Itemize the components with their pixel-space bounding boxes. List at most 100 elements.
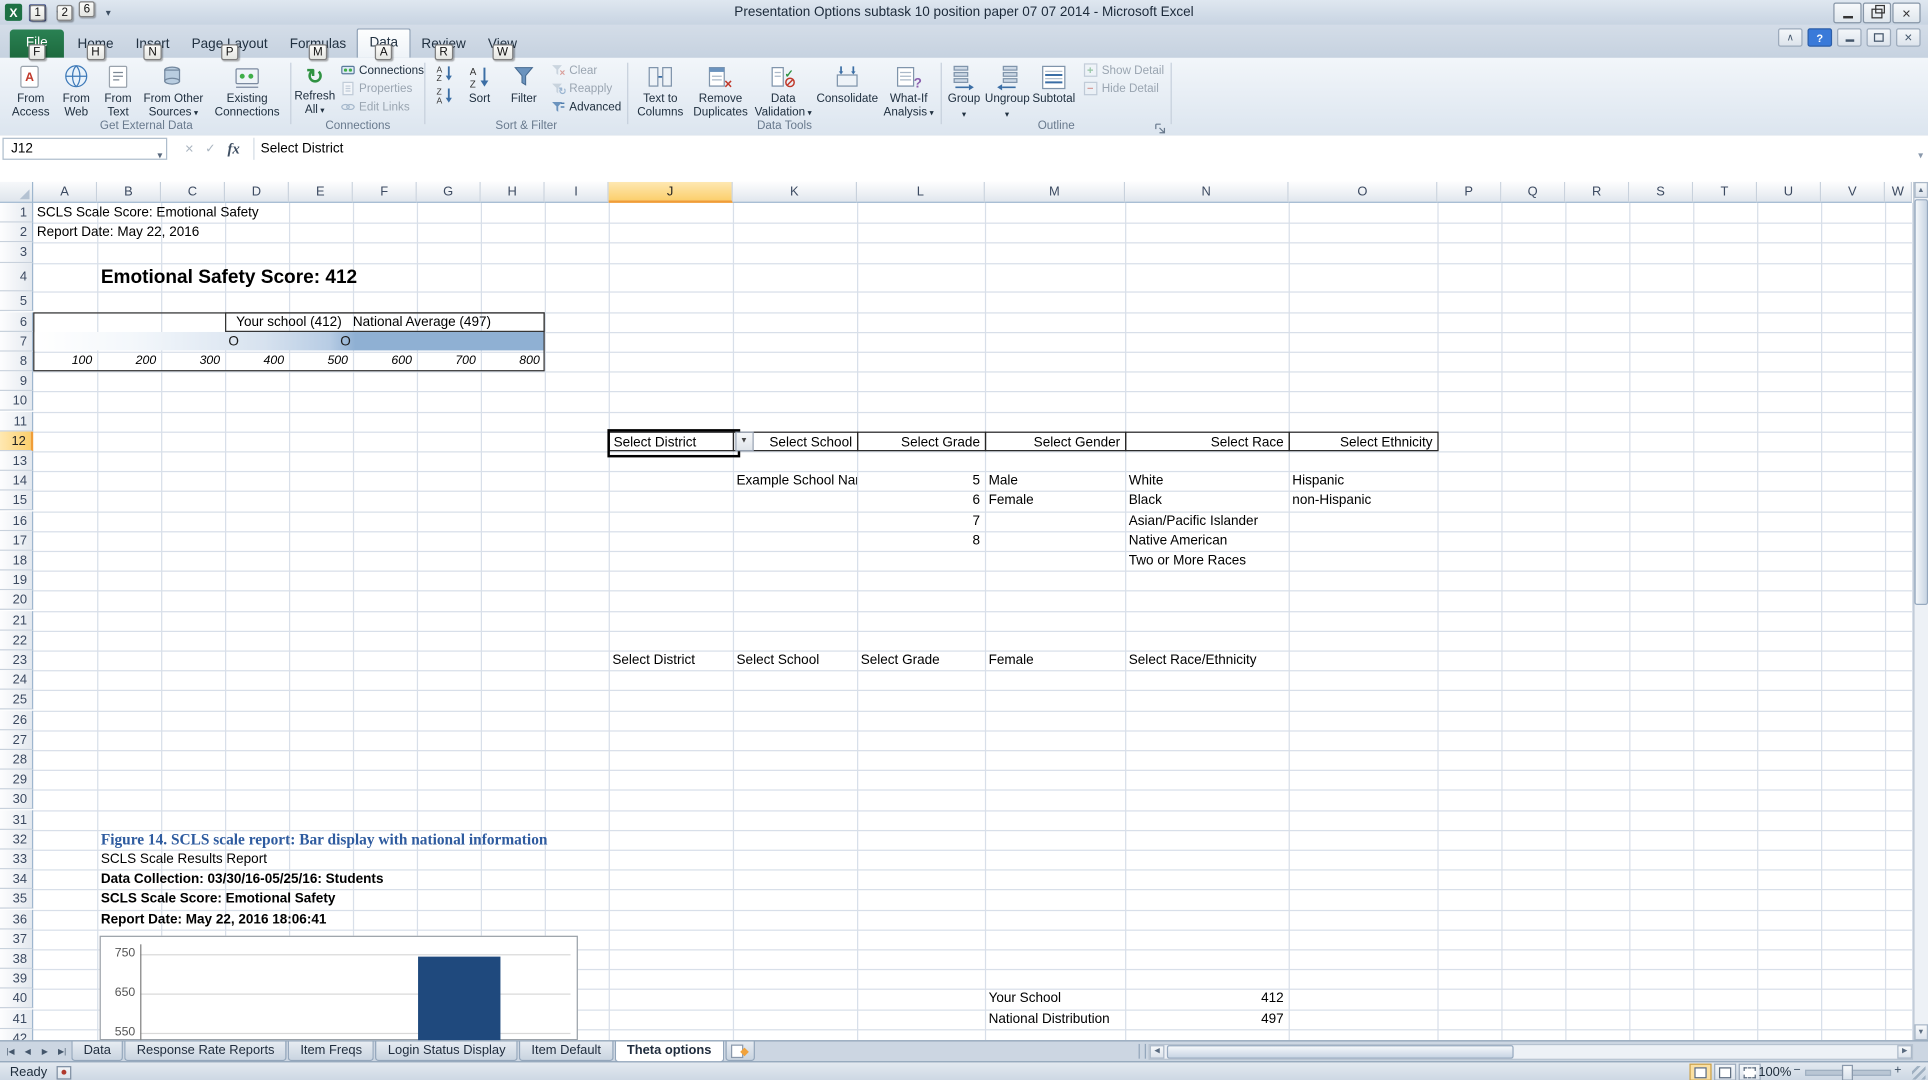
row-header-29[interactable]: 29	[0, 770, 33, 790]
embedded-bar-chart[interactable]: 750650550	[100, 936, 578, 1041]
tab-review[interactable]: ReviewR	[410, 31, 476, 58]
row-header-25[interactable]: 25	[0, 690, 33, 710]
cell-K14[interactable]: Example School Name	[733, 471, 857, 491]
col-header-N[interactable]: N	[1125, 182, 1289, 203]
zoom-level[interactable]: 100%	[1758, 1063, 1791, 1080]
col-header-Q[interactable]: Q	[1501, 182, 1565, 203]
row-header-3[interactable]: 3	[0, 243, 33, 263]
scroll-up-button[interactable]	[1914, 182, 1928, 198]
col-header-E[interactable]: E	[289, 182, 353, 203]
row-header-13[interactable]: 13	[0, 451, 33, 471]
cell-N40[interactable]: 412	[1125, 989, 1289, 1009]
insert-worksheet-button[interactable]	[725, 1041, 755, 1061]
row-header-20[interactable]: 20	[0, 591, 33, 611]
cell-M40[interactable]: Your School	[985, 989, 1061, 1009]
cell-M15[interactable]: Female	[985, 491, 1034, 511]
row-header-32[interactable]: 32	[0, 830, 33, 850]
last-sheet-button[interactable]	[54, 1043, 70, 1059]
clear-filter-button[interactable]: × Clear	[548, 61, 599, 78]
cell-N12[interactable]: Select Race	[1125, 431, 1290, 451]
cell-N18[interactable]: Two or More Races	[1125, 551, 1246, 571]
from-text-button[interactable]: From Text	[98, 60, 137, 118]
text-to-columns-button[interactable]: Text to Columns	[632, 60, 689, 118]
cell-K23[interactable]: Select School	[733, 650, 819, 670]
row-header-10[interactable]: 10	[0, 391, 33, 411]
cell-E8[interactable]: 500	[289, 352, 353, 372]
col-header-U[interactable]: U	[1757, 182, 1821, 203]
name-box[interactable]: J12	[2, 138, 167, 160]
tab-page-layout[interactable]: Page LayoutP	[181, 31, 279, 58]
sheet-tab-response-rate-reports[interactable]: Response Rate Reports	[124, 1041, 286, 1061]
row-header-11[interactable]: 11	[0, 411, 33, 431]
edit-links-button[interactable]: Edit Links	[338, 98, 412, 115]
zoom-out-button[interactable]: −	[1790, 1064, 1804, 1078]
scroll-right-button[interactable]	[1897, 1045, 1912, 1059]
row-header-7[interactable]: 7	[0, 332, 33, 352]
outline-dialog-launcher[interactable]	[1153, 119, 1167, 133]
sort-button[interactable]: AZ Sort	[460, 60, 499, 118]
col-header-I[interactable]: I	[545, 182, 609, 203]
consolidate-button[interactable]: Consolidate	[816, 60, 877, 118]
cell-J23[interactable]: Select District	[609, 650, 695, 670]
cell-F8[interactable]: 600	[353, 352, 417, 372]
sheet-tab-login-status-display[interactable]: Login Status Display	[376, 1041, 518, 1061]
cell-M14[interactable]: Male	[985, 471, 1018, 491]
row-header-30[interactable]: 30	[0, 790, 33, 810]
what-if-analysis-button[interactable]: ? What-If Analysis	[880, 60, 937, 118]
tab-home[interactable]: HomeH	[66, 31, 124, 58]
ungroup-button[interactable]: Ungroup	[985, 60, 1029, 118]
row-header-24[interactable]: 24	[0, 670, 33, 690]
subtotal-button[interactable]: Subtotal	[1032, 60, 1076, 118]
sort-ascending-button[interactable]: AZ	[432, 61, 455, 82]
row-header-21[interactable]: 21	[0, 610, 33, 630]
row-header-19[interactable]: 19	[0, 571, 33, 591]
vertical-scrollbar[interactable]	[1913, 182, 1928, 1040]
cell-N17[interactable]: Native American	[1125, 531, 1227, 551]
cell-A8[interactable]: 100	[33, 352, 97, 372]
row-header-27[interactable]: 27	[0, 730, 33, 750]
row-header-31[interactable]: 31	[0, 810, 33, 830]
col-header-K[interactable]: K	[733, 182, 857, 203]
cell-B32[interactable]: Figure 14. SCLS scale report: Bar displa…	[97, 830, 547, 850]
row-header-28[interactable]: 28	[0, 750, 33, 770]
row-header-40[interactable]: 40	[0, 989, 33, 1009]
workbook-close-button[interactable]	[1896, 28, 1921, 46]
row-header-16[interactable]: 16	[0, 511, 33, 531]
row-header-41[interactable]: 41	[0, 1009, 33, 1029]
cell-C8[interactable]: 300	[161, 352, 225, 372]
horizontal-scroll-thumb[interactable]	[1167, 1045, 1514, 1058]
select-all-button[interactable]	[0, 182, 33, 203]
insert-function-button[interactable]: fx	[224, 138, 244, 160]
cell-A2[interactable]: Report Date: May 22, 2016	[33, 223, 199, 243]
filter-button[interactable]: Filter	[504, 60, 543, 118]
col-header-C[interactable]: C	[161, 182, 225, 203]
col-header-H[interactable]: H	[481, 182, 545, 203]
sort-descending-button[interactable]: ZA	[432, 84, 455, 105]
scroll-down-button[interactable]	[1914, 1024, 1928, 1040]
col-header-P[interactable]: P	[1437, 182, 1501, 203]
row-header-37[interactable]: 37	[0, 929, 33, 949]
advanced-filter-button[interactable]: Advanced	[548, 98, 623, 115]
group-button[interactable]: Group	[946, 60, 983, 118]
zoom-in-button[interactable]: +	[1891, 1064, 1905, 1078]
macro-record-button[interactable]	[57, 1065, 72, 1079]
help-button[interactable]	[1808, 28, 1833, 46]
col-header-L[interactable]: L	[857, 182, 985, 203]
col-header-J[interactable]: J	[609, 182, 733, 203]
tab-view[interactable]: ViewW	[477, 31, 528, 58]
cell-B8[interactable]: 200	[97, 352, 161, 372]
zoom-slider-thumb[interactable]	[1842, 1065, 1853, 1080]
remove-duplicates-button[interactable]: × Remove Duplicates	[691, 60, 750, 118]
tab-formulas[interactable]: FormulasM	[279, 31, 358, 58]
cell-B36[interactable]: Report Date: May 22, 2016 18:06:41	[97, 909, 326, 929]
worksheet-grid[interactable]: OOSCLS Scale Score: Emotional SafetyRepo…	[0, 182, 1913, 1040]
row-header-36[interactable]: 36	[0, 909, 33, 929]
validation-dropdown-button[interactable]	[735, 432, 753, 451]
workbook-minimize-button[interactable]	[1837, 28, 1862, 46]
col-header-R[interactable]: R	[1565, 182, 1629, 203]
cell-B35[interactable]: SCLS Scale Score: Emotional Safety	[97, 889, 335, 909]
expand-formula-bar-icon[interactable]	[1918, 143, 1923, 165]
cell-L15[interactable]: 6	[857, 491, 985, 511]
cell-N14[interactable]: White	[1125, 471, 1163, 491]
col-header-F[interactable]: F	[353, 182, 417, 203]
